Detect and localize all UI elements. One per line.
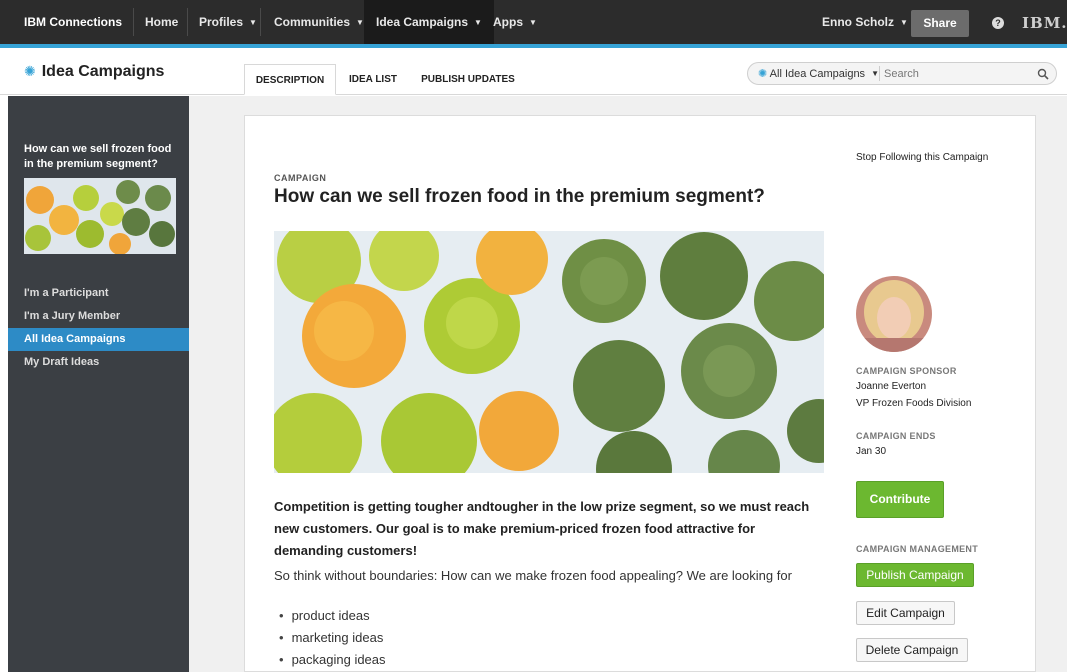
user-name: Enno Scholz (822, 15, 894, 29)
sidebar-campaign-title[interactable]: How can we sell frozen food in the premi… (24, 142, 184, 172)
search-divider (879, 66, 880, 81)
stop-following-link[interactable]: Stop Following this Campaign (856, 152, 988, 163)
nav-communities[interactable]: Communities ▼ (274, 0, 364, 44)
nav-idea-campaigns[interactable]: Idea Campaigns ▼ (364, 0, 494, 44)
contribute-button[interactable]: Contribute (856, 481, 944, 518)
share-button[interactable]: Share (911, 10, 969, 37)
search-bar: ✺ All Idea Campaigns ▼ (747, 62, 1057, 85)
sparkle-icon: ✺ (24, 63, 36, 79)
chevron-down-icon: ▼ (529, 18, 537, 27)
chevron-down-icon: ▼ (900, 18, 908, 27)
campaign-hero-image (274, 231, 824, 473)
tab-idea-list[interactable]: IDEA LIST (340, 64, 406, 95)
sparkle-icon: ✺ (758, 68, 768, 80)
brand-link[interactable]: IBM Connections (14, 0, 134, 44)
campaign-kicker: CAMPAIGN (274, 173, 327, 183)
campaign-body-text: So think without boundaries: How can we … (274, 568, 792, 583)
sponsor-label: CAMPAIGN SPONSOR (856, 366, 957, 376)
campaign-card: CAMPAIGN How can we sell frozen food in … (244, 115, 1036, 672)
nav-home[interactable]: Home (145, 0, 178, 44)
chevron-down-icon: ▼ (871, 69, 879, 78)
sponsor-role: VP Frozen Foods Division (856, 398, 972, 409)
search-scope-label: All Idea Campaigns (769, 68, 866, 80)
nav-divider (187, 8, 188, 36)
search-icon[interactable] (1037, 68, 1049, 80)
tab-description[interactable]: DESCRIPTION (244, 64, 336, 95)
list-item: packaging ideas (279, 649, 386, 671)
campaign-title: How can we sell frozen food in the premi… (274, 186, 765, 207)
user-menu[interactable]: Enno Scholz ▼ (822, 0, 908, 44)
nav-idea-campaigns-label: Idea Campaigns (376, 15, 469, 29)
sidebar-nav: I'm a Participant I'm a Jury Member All … (8, 282, 189, 374)
sidebar-item-participant[interactable]: I'm a Participant (8, 282, 189, 305)
nav-profiles-label: Profiles (199, 15, 244, 29)
left-sidebar: How can we sell frozen food in the premi… (8, 96, 189, 672)
sponsor-avatar (856, 276, 932, 352)
app-header: ✺ Idea Campaigns DESCRIPTION IDEA LIST PU… (0, 52, 1067, 95)
list-item: marketing ideas (279, 627, 386, 649)
tab-publish-updates[interactable]: PUBLISH UPDATES (414, 64, 522, 95)
nav-profiles[interactable]: Profiles ▼ (199, 0, 257, 44)
top-nav-bar: IBM Connections Home Profiles ▼ Communiti… (0, 0, 1067, 48)
search-input[interactable] (884, 64, 1034, 83)
publish-campaign-button[interactable]: Publish Campaign (856, 563, 974, 587)
nav-apps-label: Apps (493, 15, 523, 29)
help-icon[interactable]: ? (992, 17, 1004, 29)
chevron-down-icon: ▼ (474, 18, 482, 27)
sidebar-item-draft-ideas[interactable]: My Draft Ideas (8, 351, 189, 374)
nav-communities-label: Communities (274, 15, 351, 29)
chevron-down-icon: ▼ (249, 18, 257, 27)
nav-home-label: Home (145, 15, 179, 29)
campaign-lead-text: Competition is getting tougher andtoughe… (274, 499, 810, 558)
ibm-logo: IBM. (1022, 14, 1067, 32)
search-scope-dropdown[interactable]: ✺ All Idea Campaigns ▼ (758, 63, 879, 84)
campaign-ends-label: CAMPAIGN ENDS (856, 431, 936, 441)
nav-apps[interactable]: Apps ▼ (493, 0, 537, 44)
delete-campaign-button[interactable]: Delete Campaign (856, 638, 968, 662)
sidebar-item-all-idea-campaigns[interactable]: All Idea Campaigns (8, 328, 189, 351)
sponsor-name: Joanne Everton (856, 381, 927, 392)
campaign-management-label: CAMPAIGN MANAGEMENT (856, 544, 979, 554)
nav-divider (260, 8, 261, 36)
sidebar-item-jury-member[interactable]: I'm a Jury Member (8, 305, 189, 328)
chevron-down-icon: ▼ (356, 18, 364, 27)
idea-type-list: product ideas marketing ideas packaging … (279, 605, 386, 671)
sidebar-campaign-thumbnail (24, 178, 176, 254)
app-title-text: Idea Campaigns (41, 63, 165, 80)
campaign-ends-value: Jan 30 (856, 446, 887, 457)
app-title: ✺ Idea Campaigns (24, 63, 164, 81)
edit-campaign-button[interactable]: Edit Campaign (856, 601, 955, 625)
nav-divider (133, 8, 134, 36)
list-item: product ideas (279, 605, 386, 627)
